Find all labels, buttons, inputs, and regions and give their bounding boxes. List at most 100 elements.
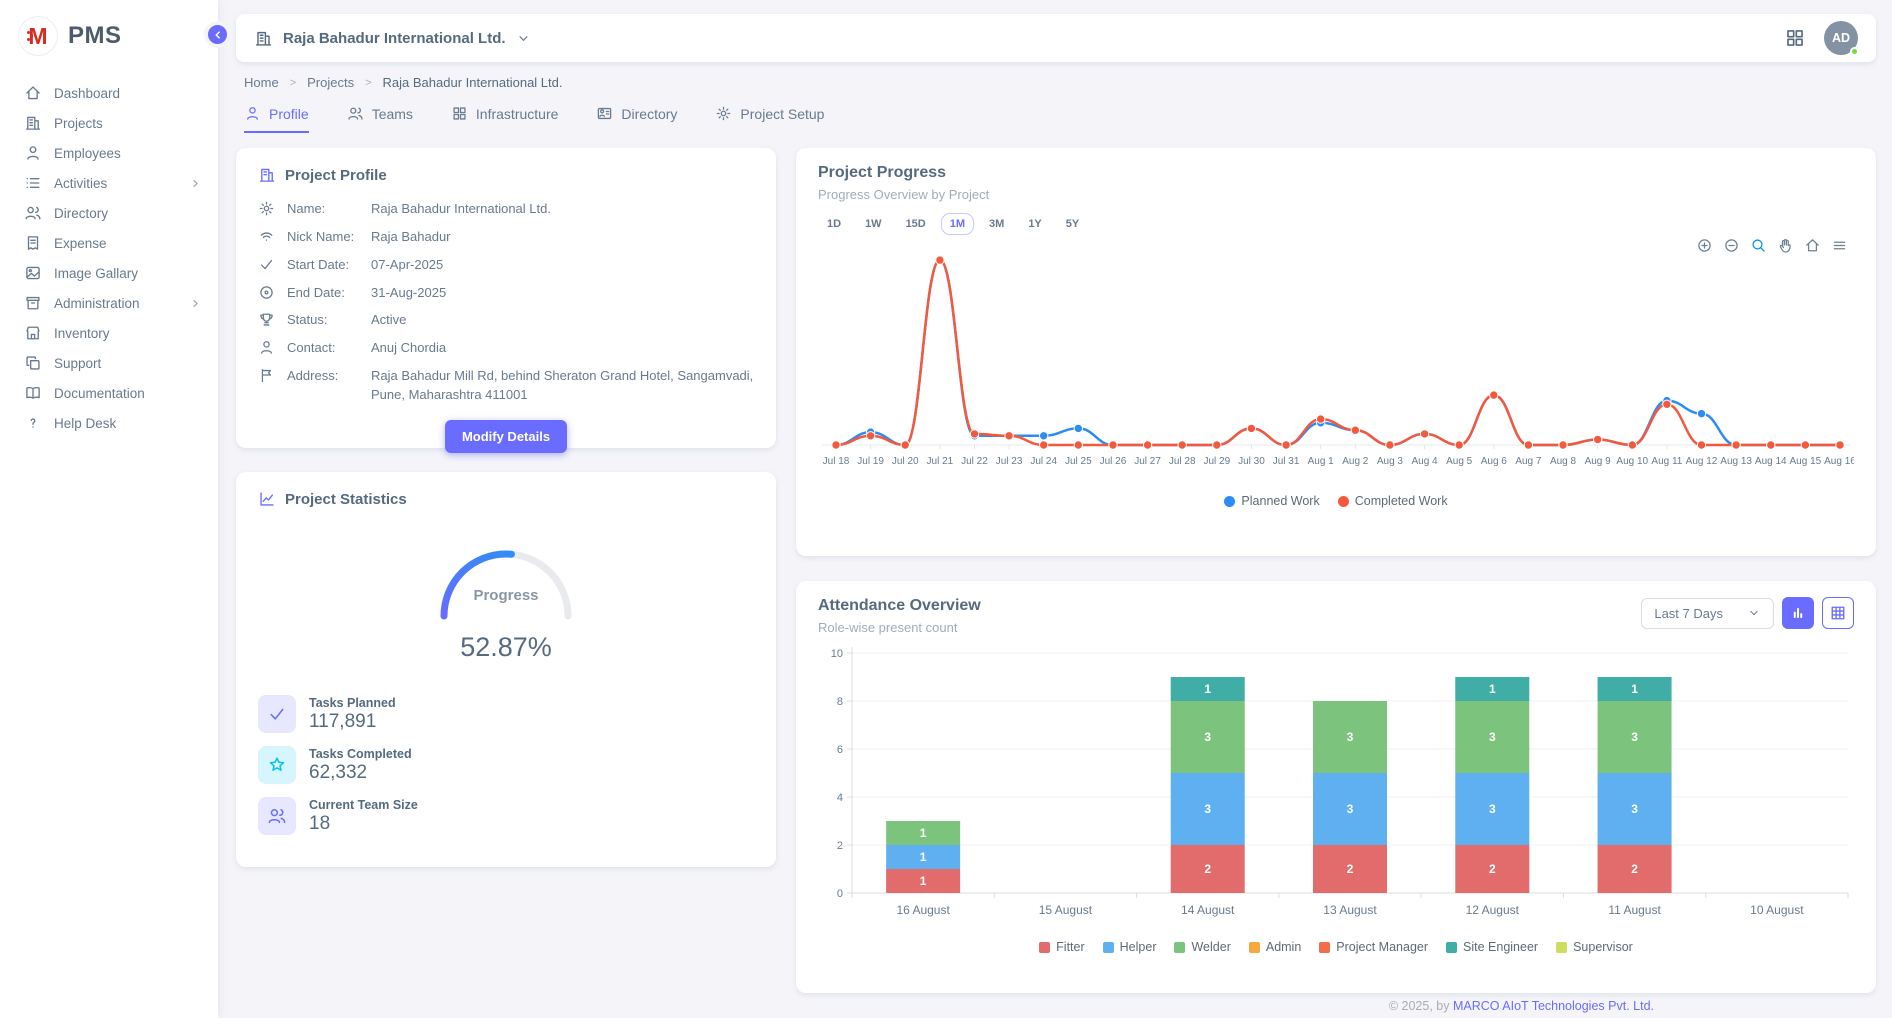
stat-item-tasks-planned: Tasks Planned117,891 (258, 695, 754, 733)
stat-icon-box (258, 797, 296, 835)
date-range-select[interactable]: Last 7 Days (1641, 598, 1774, 629)
tab-label: Directory (621, 106, 677, 122)
legend-item-welder[interactable]: Welder (1174, 940, 1230, 954)
tab-directory[interactable]: Directory (596, 105, 677, 133)
range-button-15d[interactable]: 15D (897, 213, 935, 235)
sidebar-item-image-gallary[interactable]: Image Gallary (0, 258, 218, 288)
company-selector[interactable]: Raja Bahadur International Ltd. (254, 29, 531, 48)
tab-infrastructure[interactable]: Infrastructure (451, 105, 558, 133)
table-icon (1829, 604, 1847, 622)
legend-item-completed-work[interactable]: Completed Work (1338, 494, 1448, 508)
attendance-stacked-bar-chart[interactable]: 024681011116 August15 August233114 Augus… (818, 643, 1854, 933)
zoom-out-icon[interactable] (1723, 237, 1740, 254)
project-progress-line-chart[interactable]: Jul 18Jul 19Jul 20Jul 21Jul 22Jul 23Jul … (818, 235, 1854, 487)
selection-zoom-icon[interactable] (1750, 237, 1767, 254)
sidebar-item-dashboard[interactable]: Dashboard (0, 78, 218, 108)
sidebar-item-support[interactable]: Support (0, 348, 218, 378)
tab-profile[interactable]: Profile (244, 105, 309, 133)
legend-marker (1338, 496, 1349, 507)
attendance-overview-card: Attendance Overview Role-wise present co… (796, 581, 1876, 993)
legend-label: Site Engineer (1463, 940, 1538, 954)
check-icon (267, 704, 287, 724)
svg-text:3: 3 (1631, 802, 1638, 816)
user-avatar[interactable]: AD (1824, 21, 1858, 55)
avatar-initials: AD (1832, 31, 1850, 45)
legend-item-planned-work[interactable]: Planned Work (1224, 494, 1319, 508)
app-logo[interactable]: M PMS (0, 0, 218, 72)
breadcrumb-item-projects[interactable]: Projects (307, 75, 354, 90)
sidebar-collapse-button[interactable] (204, 21, 231, 48)
footer-brand-link[interactable]: MARCO AIoT Technologies Pvt. Ltd. (1453, 999, 1654, 1013)
bar-view-toggle[interactable] (1782, 597, 1814, 629)
legend-item-fitter[interactable]: Fitter (1039, 940, 1084, 954)
sidebar-item-expense[interactable]: Expense (0, 228, 218, 258)
menu-icon[interactable] (1831, 237, 1848, 254)
svg-text:Aug 10: Aug 10 (1616, 456, 1648, 467)
project-statistics-card: Project Statistics Progress 52.87% (236, 472, 776, 867)
sidebar-item-inventory[interactable]: Inventory (0, 318, 218, 348)
sidebar-item-activities[interactable]: Activities (0, 168, 218, 198)
table-view-toggle[interactable] (1822, 597, 1854, 629)
range-button-1w[interactable]: 1W (856, 213, 891, 235)
svg-text:1: 1 (1204, 682, 1211, 696)
project-profile-card: Project Profile Name:Raja Bahadur Intern… (236, 148, 776, 448)
flag-icon (258, 367, 275, 384)
tab-project-setup[interactable]: Project Setup (715, 105, 824, 133)
legend-item-admin[interactable]: Admin (1249, 940, 1301, 954)
pan-icon[interactable] (1777, 237, 1794, 254)
help-icon (24, 414, 42, 432)
sidebar-item-projects[interactable]: Projects (0, 108, 218, 138)
range-button-3m[interactable]: 3M (980, 213, 1013, 235)
svg-text:0: 0 (837, 888, 843, 900)
footer: © 2025, by MARCO AIoT Technologies Pvt. … (1389, 999, 1654, 1013)
archive-icon (24, 294, 42, 312)
svg-text:Jul 18: Jul 18 (823, 456, 850, 467)
legend-item-helper[interactable]: Helper (1103, 940, 1157, 954)
sidebar-item-help-desk[interactable]: Help Desk (0, 408, 218, 438)
svg-text:Jul 20: Jul 20 (892, 456, 919, 467)
svg-text:2: 2 (837, 840, 843, 852)
sidebar-item-employees[interactable]: Employees (0, 138, 218, 168)
chart-line-icon (258, 490, 276, 508)
tab-label: Project Setup (740, 106, 824, 122)
svg-text:Jul 23: Jul 23 (996, 456, 1023, 467)
tab-bar: Profile Teams Infrastructure Directory Proje… (244, 105, 1892, 133)
apps-grid-icon[interactable] (1784, 27, 1806, 49)
range-button-5y[interactable]: 5Y (1057, 213, 1088, 235)
sidebar-item-documentation[interactable]: Documentation (0, 378, 218, 408)
app-name: PMS (68, 22, 122, 50)
svg-text:Jul 26: Jul 26 (1100, 456, 1127, 467)
legend-item-project-manager[interactable]: Project Manager (1319, 940, 1428, 954)
svg-text:Aug 11: Aug 11 (1651, 456, 1682, 467)
gear-icon (258, 200, 275, 217)
tab-teams[interactable]: Teams (347, 105, 413, 133)
topbar-right: AD (1784, 21, 1858, 55)
breadcrumb-item-home[interactable]: Home (244, 75, 279, 90)
attendance-title: Attendance Overview (818, 597, 981, 615)
stat-item-current-team-size: Current Team Size18 (258, 797, 754, 835)
range-button-1y[interactable]: 1Y (1019, 213, 1050, 235)
reset-zoom-icon[interactable] (1804, 237, 1821, 254)
svg-text:8: 8 (837, 696, 843, 708)
stat-icon-box (258, 695, 296, 733)
svg-text:3: 3 (1347, 730, 1354, 744)
svg-text:3: 3 (1489, 730, 1496, 744)
star-icon (267, 755, 287, 775)
legend-item-supervisor[interactable]: Supervisor (1556, 940, 1633, 954)
range-button-1d[interactable]: 1D (818, 213, 850, 235)
profile-field-nick-name: Nick Name:Raja Bahadur (258, 228, 754, 247)
sidebar-item-directory[interactable]: Directory (0, 198, 218, 228)
modify-details-button[interactable]: Modify Details (445, 420, 567, 453)
legend-item-site-engineer[interactable]: Site Engineer (1446, 940, 1538, 954)
signal-icon (258, 228, 275, 245)
people-icon (347, 105, 364, 122)
field-label: End Date: (287, 284, 359, 303)
image-icon (24, 264, 42, 282)
svg-text:3: 3 (1204, 802, 1211, 816)
field-label: Contact: (287, 339, 359, 358)
zoom-in-icon[interactable] (1696, 237, 1713, 254)
sidebar-item-administration[interactable]: Administration (0, 288, 218, 318)
store-icon (24, 324, 42, 342)
field-value: Raja Bahadur International Ltd. (371, 200, 754, 219)
range-button-1m[interactable]: 1M (941, 213, 974, 235)
